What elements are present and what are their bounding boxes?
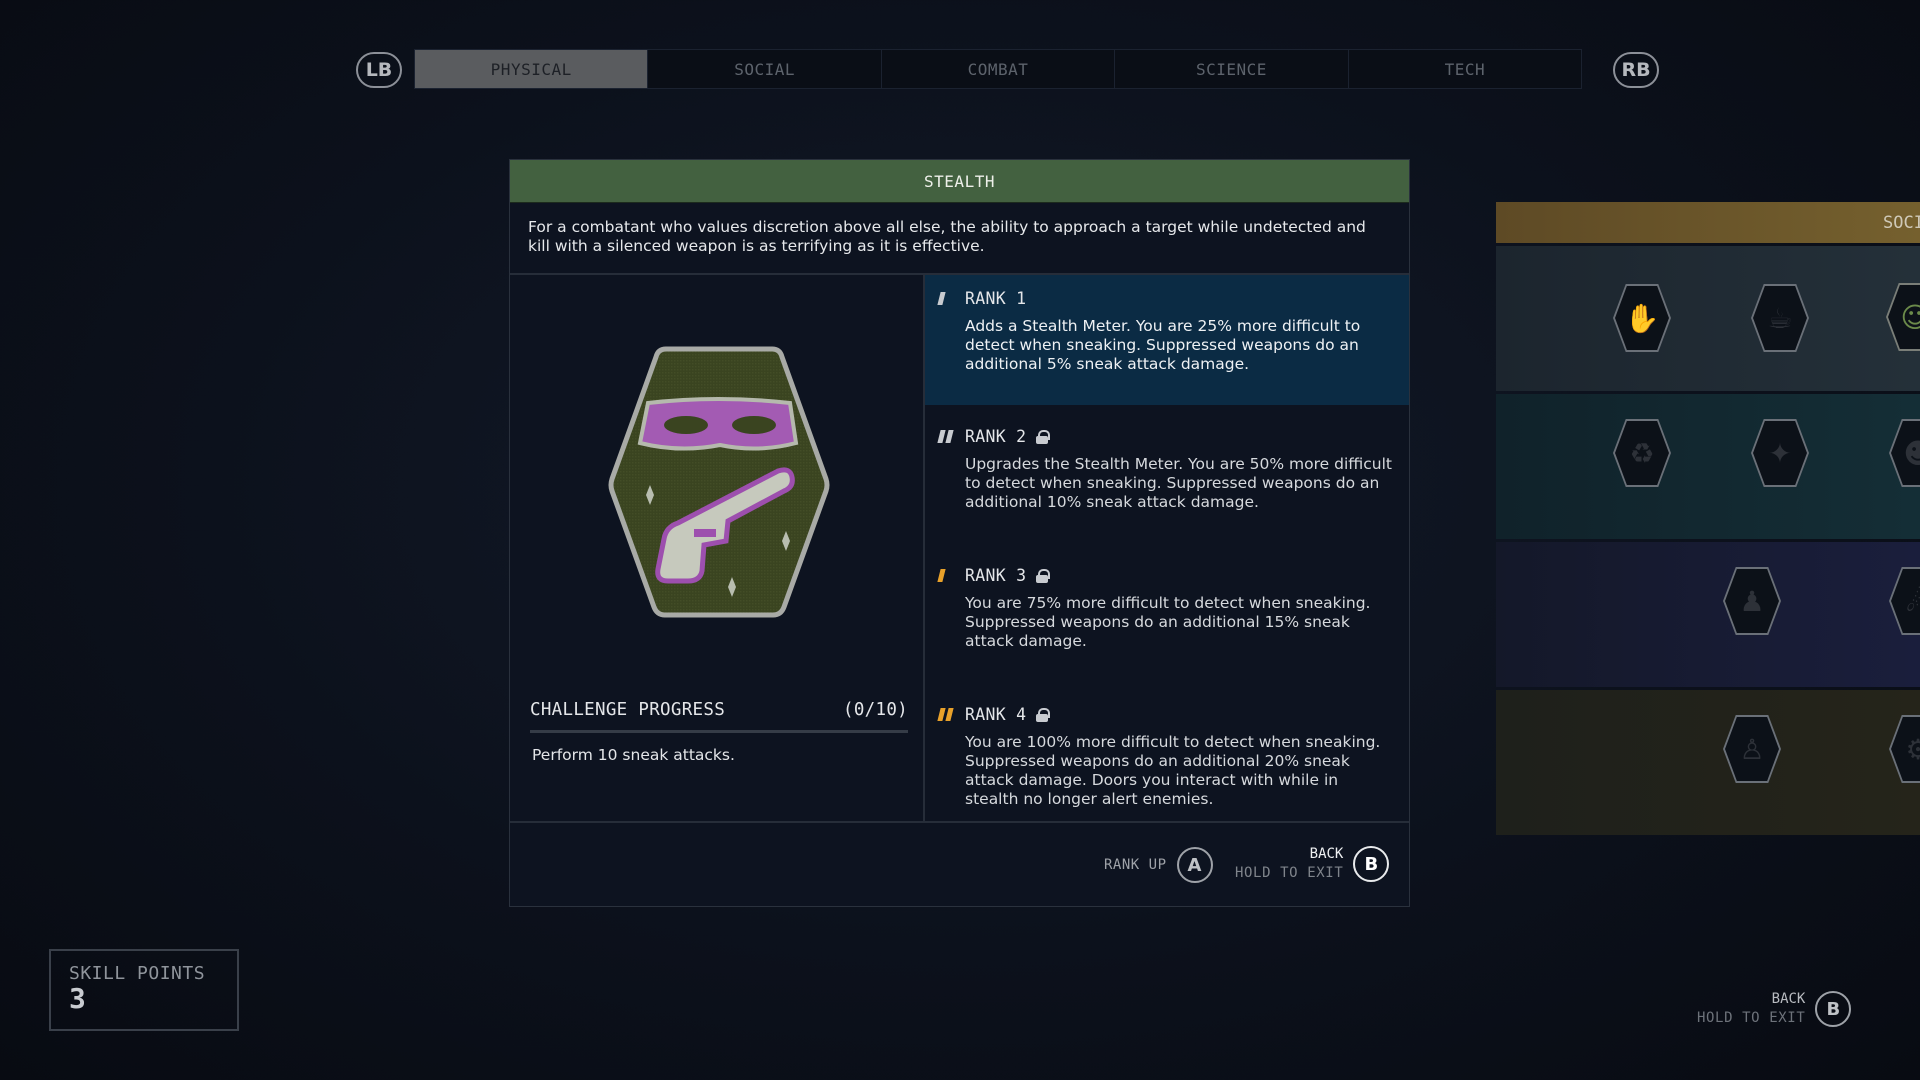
challenge-progress: CHALLENGE PROGRESS (0/10) Perform 10 sne… [530, 700, 908, 764]
puppet-strings-icon[interactable] [1723, 715, 1781, 783]
skill-tier-row: ♙ ⚙ [1496, 690, 1920, 835]
challenge-title: CHALLENGE PROGRESS [530, 700, 726, 720]
skill-detail-panel: STEALTH For a combatant who values discr… [509, 159, 1410, 907]
angry-ape-face-icon[interactable] [1889, 419, 1920, 487]
lock-icon [1036, 568, 1051, 583]
rank-2-description: Upgrades the Stealth Meter. You are 50% … [965, 455, 1392, 511]
handshake-planets-icon[interactable] [1751, 419, 1809, 487]
skill-description: For a combatant who values discretion ab… [510, 203, 1409, 275]
tab-combat[interactable]: COMBAT [882, 50, 1116, 88]
tab-tech[interactable]: TECH [1349, 50, 1581, 88]
rank-4-description: You are 100% more difficult to detect wh… [965, 733, 1381, 808]
skill-tier-row: ✋ ☕ ☺ [1496, 246, 1920, 391]
rank-3[interactable]: RANK 3 You are 75% more difficult to det… [925, 552, 1409, 651]
rank-4[interactable]: RANK 4 You are 100% more difficult to de… [925, 691, 1409, 809]
rank-up-prompt[interactable]: RANK UP A [1104, 847, 1213, 883]
rank-1-description: Adds a Stealth Meter. You are 25% more d… [965, 317, 1361, 373]
stealth-badge-icon [608, 345, 830, 620]
rank-4-label: RANK 4 [965, 705, 1027, 724]
hand-holding-card-icon[interactable] [1613, 284, 1671, 352]
lock-icon [1036, 429, 1051, 444]
skill-category-tabs: PHYSICAL SOCIAL COMBAT SCIENCE TECH [414, 49, 1582, 89]
global-back-label: BACK [1771, 991, 1806, 1007]
rank-1[interactable]: RANK 1 Adds a Stealth Meter. You are 25%… [925, 275, 1409, 405]
panel-footer: RANK UP A BACK HOLD TO EXIT B [510, 821, 1409, 906]
rank-3-label: RANK 3 [965, 566, 1027, 585]
skill-points-box: SKILL POINTS 3 [49, 949, 239, 1031]
hand-holding-food-icon[interactable] [1751, 284, 1809, 352]
rank-3-description: You are 75% more difficult to detect whe… [965, 594, 1371, 650]
skill-badge-column: CHALLENGE PROGRESS (0/10) Perform 10 sne… [510, 275, 925, 821]
skill-title: STEALTH [510, 160, 1409, 203]
rank-up-label: RANK UP [1104, 857, 1167, 873]
global-back-prompt[interactable]: BACK HOLD TO EXIT B [1697, 990, 1852, 1028]
rank-1-label: RANK 1 [965, 289, 1027, 308]
rank-1-marker-icon [937, 292, 946, 305]
social-tree-header: SOCI [1496, 202, 1920, 243]
back-prompt[interactable]: BACK HOLD TO EXIT B [1235, 845, 1390, 883]
challenge-description: Perform 10 sneak attacks. [532, 746, 735, 764]
a-button-icon[interactable]: A [1176, 847, 1213, 883]
rank-4-marker-icon [937, 708, 954, 721]
social-skill-tree-preview[interactable]: SOCI ✋ ☕ ☺ ♻ ✦ ☻ ♟ ☄ ♙ ⚙ [1496, 202, 1920, 835]
rank-list: RANK 1 Adds a Stealth Meter. You are 25%… [925, 275, 1409, 821]
b-button-icon[interactable]: B [1815, 991, 1852, 1027]
challenge-count: (0/10) [842, 700, 908, 720]
right-bumper-button[interactable]: RB [1613, 52, 1659, 88]
face-speaking-sparkles-icon[interactable] [1886, 283, 1920, 351]
tab-physical[interactable]: PHYSICAL [415, 50, 649, 88]
tab-science[interactable]: SCIENCE [1115, 50, 1349, 88]
global-hold-to-exit-label: HOLD TO EXIT [1697, 1010, 1806, 1026]
hold-to-exit-label: HOLD TO EXIT [1235, 865, 1344, 881]
robot-arm-icon[interactable] [1889, 715, 1920, 783]
rank-2-marker-icon [937, 430, 954, 443]
tab-social[interactable]: SOCIAL [648, 50, 882, 88]
back-label: BACK [1309, 846, 1344, 862]
skill-points-value: 3 [69, 982, 86, 1015]
rank-2[interactable]: RANK 2 Upgrades the Stealth Meter. You a… [925, 413, 1409, 512]
rank-2-label: RANK 2 [965, 427, 1027, 446]
astronaut-crew-icon[interactable] [1889, 567, 1920, 635]
left-bumper-button[interactable]: LB [356, 52, 402, 88]
skill-tier-row: ♟ ☄ [1496, 542, 1920, 687]
skill-tier-row: ♻ ✦ ☻ [1496, 394, 1920, 539]
rank-3-marker-icon [937, 569, 946, 582]
skill-points-label: SKILL POINTS [69, 963, 206, 984]
money-bag-gift-exchange-icon[interactable] [1613, 419, 1671, 487]
hand-bribe-people-icon[interactable] [1723, 567, 1781, 635]
lock-icon [1036, 707, 1051, 722]
b-button-icon[interactable]: B [1353, 846, 1390, 882]
